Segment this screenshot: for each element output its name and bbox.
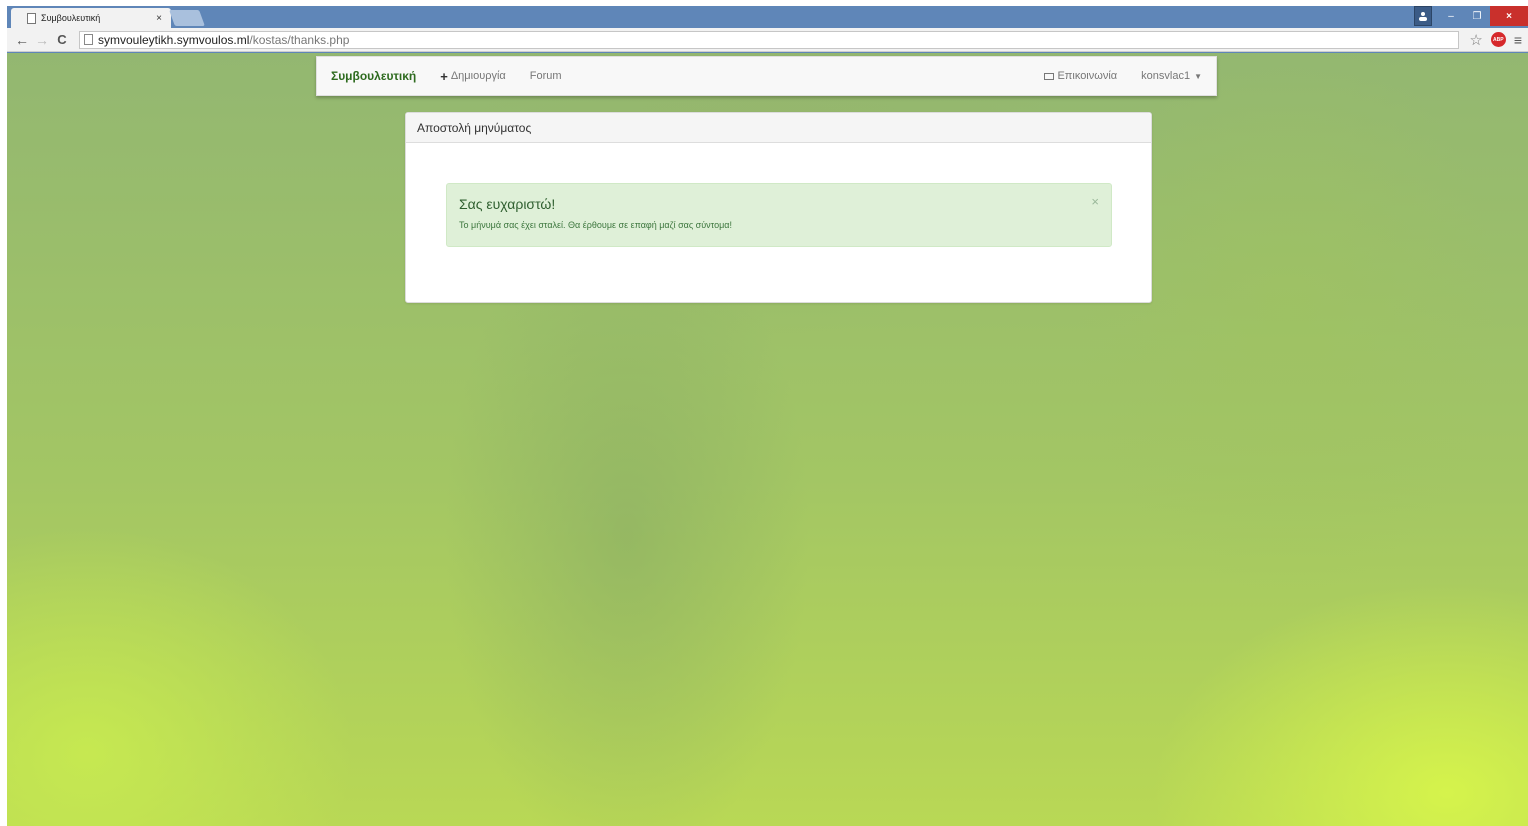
browser-menu-icon[interactable]: ≡ [1514, 32, 1522, 48]
nav-create-label: Δημιουργία [450, 70, 506, 82]
url-host: symvouleytikh.symvoulos.ml [98, 32, 250, 47]
tab-close-icon[interactable]: × [153, 13, 165, 24]
bookmark-star-icon[interactable]: ☆ [1469, 31, 1482, 49]
alert-close-icon[interactable]: × [1091, 194, 1099, 209]
nav-contact-link[interactable]: Επικοινωνία [1044, 70, 1117, 82]
success-alert: × Σας ευχαριστώ! Το μήνυμά σας έχει σταλ… [446, 183, 1112, 247]
plus-icon: + [440, 68, 448, 84]
nav-forum-link[interactable]: Forum [530, 70, 562, 82]
reload-button[interactable]: C [53, 32, 71, 47]
restore-button[interactable]: ❐ [1464, 6, 1490, 26]
close-window-button[interactable]: × [1490, 6, 1528, 26]
user-profile-icon[interactable] [1414, 6, 1432, 26]
user-name: konsvlac1 [1141, 70, 1191, 82]
browser-toolbar: ← → C symvouleytikh.symvoulos.ml /kostas… [7, 28, 1528, 52]
site-navbar: Συμβουλευτική + Δημιουργία Forum Επικοιν… [316, 56, 1217, 96]
envelope-icon [1044, 72, 1055, 80]
nav-create-link[interactable]: + Δημιουργία [440, 69, 506, 84]
user-dropdown[interactable]: konsvlac1 ▼ [1141, 70, 1202, 82]
url-path: /kostas/thanks.php [249, 32, 350, 47]
panel-heading: Αποστολή μηνύματος [406, 113, 1151, 143]
alert-text: Το μήνυμά σας έχει σταλεί. Θα έρθουμε σε… [459, 220, 732, 230]
forward-button[interactable]: → [33, 32, 51, 48]
message-panel: Αποστολή μηνύματος × Σας ευχαριστώ! Το μ… [405, 112, 1152, 303]
adblock-icon[interactable]: ABP [1490, 32, 1506, 47]
browser-tab[interactable]: Συμβουλευτική × [11, 8, 171, 28]
caret-down-icon: ▼ [1194, 71, 1202, 81]
tab-strip: Συμβουλευτική × – ❐ × [7, 6, 1528, 28]
page-icon [84, 34, 93, 45]
tab-title: Συμβουλευτική [41, 13, 101, 23]
navbar-brand[interactable]: Συμβουλευτική [331, 69, 416, 83]
address-bar[interactable]: symvouleytikh.symvoulos.ml /kostas/thank… [79, 30, 1460, 49]
page-icon [27, 12, 36, 24]
browser-window: Συμβουλευτική × – ❐ × ← → C symvouleytik… [7, 6, 1528, 826]
back-button[interactable]: ← [13, 32, 31, 48]
alert-title: Σας ευχαριστώ! [459, 196, 556, 212]
window-controls: – ❐ × [1414, 6, 1528, 26]
minimize-button[interactable]: – [1438, 6, 1464, 26]
nav-contact-label: Επικοινωνία [1057, 70, 1118, 82]
new-tab-button[interactable] [169, 10, 205, 26]
page-viewport: Συμβουλευτική + Δημιουργία Forum Επικοιν… [7, 53, 1528, 826]
